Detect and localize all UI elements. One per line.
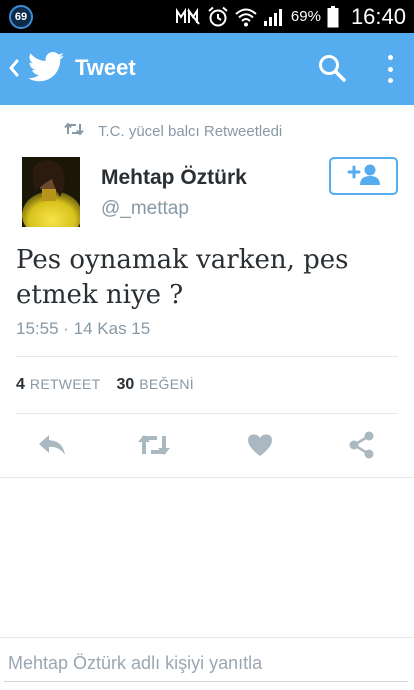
follow-button[interactable] xyxy=(329,157,398,195)
tweet-stats: 4 RETWEET 30 BEĞENİ xyxy=(16,376,210,394)
reply-icon xyxy=(37,433,67,462)
retweet-context-label: T.C. yücel balcı Retweetledi xyxy=(98,122,283,140)
battery-percent: 69% xyxy=(290,8,321,25)
overflow-menu-icon xyxy=(387,78,393,83)
author-name[interactable]: Mehtap Öztürk xyxy=(101,166,247,190)
battery-icon xyxy=(327,5,339,28)
retweet-count[interactable]: 4 xyxy=(16,376,25,394)
share-icon xyxy=(348,431,376,464)
share-button[interactable] xyxy=(346,431,378,464)
add-user-icon xyxy=(346,162,382,191)
overflow-menu-icon xyxy=(387,66,393,72)
chevron-left-icon xyxy=(8,59,20,82)
search-button[interactable] xyxy=(317,53,349,85)
divider xyxy=(0,477,414,478)
tweet-text-line: etmek niye ? xyxy=(16,280,184,310)
search-icon xyxy=(317,55,347,87)
author-handle[interactable]: @_mettap xyxy=(101,198,189,220)
avatar[interactable] xyxy=(22,157,80,227)
tweet-actions xyxy=(0,424,414,470)
divider xyxy=(16,413,398,414)
page-title: Tweet xyxy=(75,55,136,80)
status-icons: 69% 16:40 xyxy=(175,0,406,33)
back-button[interactable] xyxy=(4,56,24,84)
reply-input[interactable] xyxy=(8,650,406,676)
divider xyxy=(16,356,398,357)
like-button[interactable] xyxy=(244,432,276,462)
tweet-text-line: Pes oynamak varken, pes xyxy=(16,245,349,275)
overflow-menu-button[interactable] xyxy=(380,51,400,87)
alarm-icon xyxy=(207,6,229,28)
notification-count-icon: 69 xyxy=(9,5,33,29)
app-bar: Tweet xyxy=(0,33,414,105)
like-count[interactable]: 30 xyxy=(116,376,134,394)
twitter-bird-icon xyxy=(28,52,64,86)
retweet-icon xyxy=(137,433,171,462)
wifi-icon xyxy=(235,7,257,27)
retweet-context[interactable]: T.C. yücel balcı Retweetledi xyxy=(64,121,282,141)
tweet-text: Pes oynamak varken, pes etmek niye ? xyxy=(16,243,396,313)
tweet-timestamp: 15:55 · 14 Kas 15 xyxy=(16,319,151,338)
mute-icon xyxy=(175,7,201,27)
retweet-label[interactable]: RETWEET xyxy=(30,376,101,392)
status-bar: 69 69% 16:40 xyxy=(0,0,414,33)
retweet-small-icon xyxy=(64,122,84,140)
reply-button[interactable] xyxy=(36,432,68,462)
clock: 16:40 xyxy=(350,3,406,29)
overflow-menu-icon xyxy=(387,55,393,60)
reply-bar xyxy=(0,637,414,690)
heart-icon xyxy=(246,433,274,462)
reply-input-underline xyxy=(4,681,408,682)
signal-icon xyxy=(263,7,283,27)
like-label[interactable]: BEĞENİ xyxy=(139,376,194,392)
retweet-button[interactable] xyxy=(138,432,170,462)
